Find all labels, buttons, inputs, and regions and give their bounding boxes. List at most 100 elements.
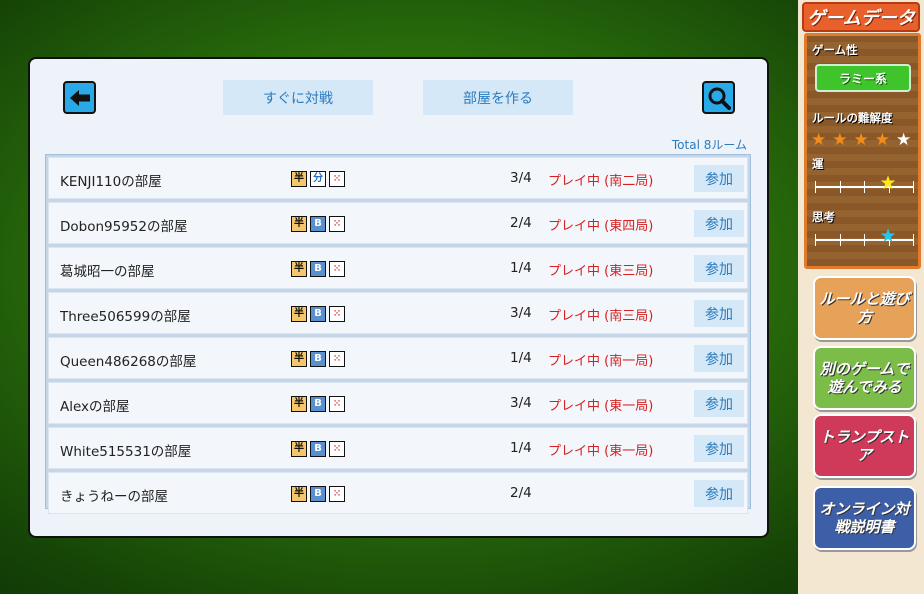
join-button[interactable]: 参加 [694,435,744,462]
room-name: きょうねーの部屋 [60,489,168,505]
room-row: Three506599の部屋 半 B ⁙ 3/4 プレイ中 (南三局) 参加 [48,292,748,334]
room-status: プレイ中 (南二局) [548,174,654,189]
rule-icons: 半分 ⁙ [291,171,345,187]
player-count: 2/4 [510,485,532,501]
join-button[interactable]: 参加 [694,210,744,237]
sidebar: ゲームデータ ゲーム性 ラミー系 ルールの難解度 ★ ★ ★ ★ ★ 運 ★ 思考 ★ … [798,0,924,594]
meter-tick [864,181,865,193]
room-list-panel: すぐに対戦 部屋を作る Total 8ルーム KENJI110の部屋 半分 ⁙ 3… [28,57,769,538]
half-game-icon: 半 [291,216,307,232]
join-button[interactable]: 参加 [694,300,744,327]
thinking-label: 思考 [812,210,835,224]
thinking-meter: ★ [815,227,914,246]
dice-icon: ⁙ [329,441,345,457]
online-manual-button[interactable]: オンライン対戦説明書 [813,486,916,550]
rule-icons: 半 B ⁙ [291,216,345,232]
dice-icon: ⁙ [329,216,345,232]
half-game-icon: 半 [291,351,307,367]
room-name: White515531の部屋 [60,444,192,460]
rule-type-icon: 分 [310,171,326,187]
meter-tick [839,234,841,246]
rule-icons: 半 B ⁙ [291,441,345,457]
meter-tick [913,234,914,246]
dice-icon: ⁙ [329,396,345,412]
rule-icons: 半 B ⁙ [291,351,345,367]
room-row: きょうねーの部屋 半 B ⁙ 2/4 参加 [48,472,748,514]
genre-badge: ラミー系 [815,64,911,92]
room-name: KENJI110の部屋 [60,174,162,190]
meter-marker-icon: ★ [879,225,897,247]
half-game-icon: 半 [291,171,307,187]
difficulty-star-icon: ★ [874,130,890,150]
game-data-title: ゲームデータ [802,2,920,32]
room-name: Dobon95952の部屋 [60,219,188,235]
create-room-button[interactable]: 部屋を作る [423,80,573,115]
room-name: Queen486268の部屋 [60,354,197,370]
join-button[interactable]: 参加 [694,390,744,417]
room-status: プレイ中 (東一局) [548,399,654,414]
difficulty-stars: ★ ★ ★ ★ ★ [811,132,911,149]
rule-type-icon: B [310,351,326,367]
meter-tick [815,181,816,193]
luck-label: 運 [812,157,824,171]
difficulty-star-icon: ★ [853,130,869,150]
search-button[interactable] [702,81,735,114]
room-row: White515531の部屋 半 B ⁙ 1/4 プレイ中 (東一局) 参加 [48,427,748,469]
dice-icon: ⁙ [329,306,345,322]
join-button[interactable]: 参加 [694,345,744,372]
room-status: プレイ中 (南一局) [548,354,654,369]
difficulty-label: ルールの難解度 [812,111,893,125]
half-game-icon: 半 [291,261,307,277]
join-button[interactable]: 参加 [694,255,744,282]
join-button[interactable]: 参加 [694,480,744,507]
player-count: 1/4 [510,350,532,366]
meter-tick [815,234,816,246]
rule-type-icon: B [310,261,326,277]
room-name: Three506599の部屋 [60,309,191,325]
quick-match-button[interactable]: すぐに対戦 [223,80,373,115]
half-game-icon: 半 [291,396,307,412]
room-name: Alexの部屋 [60,399,130,415]
game-data-board: ゲーム性 ラミー系 ルールの難解度 ★ ★ ★ ★ ★ 運 ★ 思考 ★ [804,33,921,269]
rule-type-icon: B [310,216,326,232]
room-status: プレイ中 (東四局) [548,219,654,234]
difficulty-star-icon: ★ [811,130,827,150]
room-row: KENJI110の部屋 半分 ⁙ 3/4 プレイ中 (南二局) 参加 [48,157,748,199]
back-arrow-icon [69,89,90,106]
dice-icon: ⁙ [329,486,345,502]
room-status: プレイ中 (東三局) [548,264,654,279]
difficulty-star-icon: ★ [832,130,848,150]
rule-icons: 半 B ⁙ [291,261,345,277]
card-store-button[interactable]: トランプストア [813,414,916,478]
dice-icon: ⁙ [329,261,345,277]
rule-type-icon: B [310,441,326,457]
dice-icon: ⁙ [329,171,345,187]
genre-label: ゲーム性 [812,43,858,57]
back-button[interactable] [63,81,96,114]
meter-tick [839,181,841,193]
half-game-icon: 半 [291,306,307,322]
player-count: 1/4 [510,260,532,276]
room-row: Queen486268の部屋 半 B ⁙ 1/4 プレイ中 (南一局) 参加 [48,337,748,379]
dice-icon: ⁙ [329,351,345,367]
half-game-icon: 半 [291,441,307,457]
player-count: 3/4 [510,395,532,411]
meter-tick [913,181,914,193]
room-status: プレイ中 (東一局) [548,444,654,459]
total-rooms-count: Total 8ルーム [671,138,747,152]
rules-button[interactable]: ルールと遊び方 [813,276,916,340]
room-row: 葛城昭一の部屋 半 B ⁙ 1/4 プレイ中 (東三局) 参加 [48,247,748,289]
player-count: 3/4 [510,305,532,321]
other-games-button[interactable]: 別のゲームで遊んでみる [813,346,916,410]
meter-tick [864,234,865,246]
room-status: プレイ中 (南三局) [548,309,654,324]
half-game-icon: 半 [291,486,307,502]
room-row: Dobon95952の部屋 半 B ⁙ 2/4 プレイ中 (東四局) 参加 [48,202,748,244]
room-list: KENJI110の部屋 半分 ⁙ 3/4 プレイ中 (南二局) 参加 Dobon9… [45,154,751,514]
join-button[interactable]: 参加 [694,165,744,192]
difficulty-star-icon: ★ [896,130,912,150]
room-name: 葛城昭一の部屋 [60,264,155,280]
luck-meter: ★ [815,174,914,193]
room-row: Alexの部屋 半 B ⁙ 3/4 プレイ中 (東一局) 参加 [48,382,748,424]
rule-icons: 半 B ⁙ [291,396,345,412]
